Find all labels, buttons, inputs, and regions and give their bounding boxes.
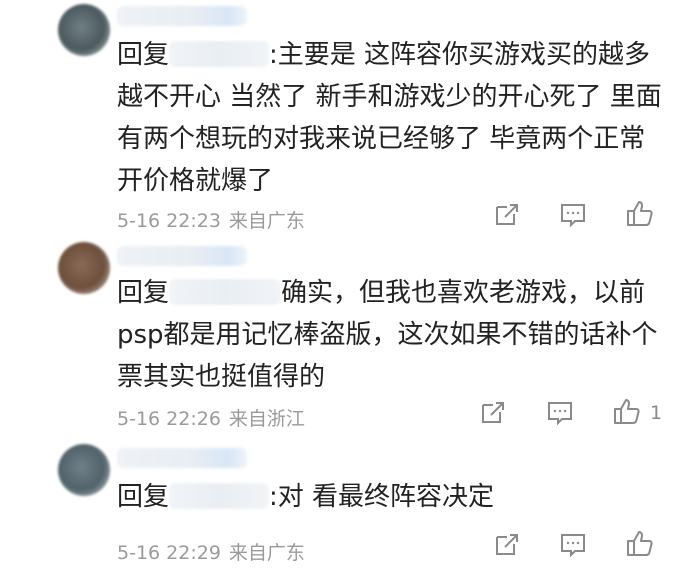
comment-icon <box>561 534 585 558</box>
comment-location: 来自广东 <box>228 542 305 564</box>
username-blurred[interactable] <box>117 246 247 266</box>
comment-item: 回复 确实，但我也喜欢老游戏，以前psp都是用记忆棒盗版，这次如果不错的话补个票其… <box>0 238 673 438</box>
comment-body: :对 看最终阵容决定 <box>269 482 495 512</box>
like-button[interactable] <box>625 528 657 560</box>
comment-date: 5-16 22:23 <box>117 210 221 232</box>
comment-item: 回复:主要是 这阵容你买游戏买的越多越不开心 当然了 新手和游戏少的开心死了 里… <box>0 0 673 233</box>
share-icon <box>496 204 518 225</box>
thumbs-up-icon <box>627 201 653 226</box>
comment-location: 来自广东 <box>228 210 305 232</box>
comment-location: 来自浙江 <box>228 408 305 430</box>
share-icon <box>496 534 518 555</box>
share-icon <box>482 402 504 423</box>
reply-target-blurred[interactable] <box>169 279 282 305</box>
username-blurred[interactable] <box>117 448 247 468</box>
comment-text: 回复 :对 看最终阵容决定 <box>117 476 665 518</box>
reply-prefix: 回复 <box>117 278 170 308</box>
like-count: 1 <box>650 402 663 424</box>
share-button[interactable] <box>492 200 524 232</box>
thumbs-up-icon <box>614 399 640 424</box>
comment-button[interactable] <box>545 398 577 430</box>
comment-date: 5-16 22:26 <box>117 408 221 430</box>
reply-prefix: 回复 <box>117 40 170 70</box>
comment-button[interactable] <box>558 530 590 562</box>
reply-prefix: 回复 <box>117 482 170 512</box>
like-button[interactable] <box>612 396 644 428</box>
comment-button[interactable] <box>558 200 590 232</box>
comment-meta: 5-16 22:29 来自广东 <box>117 538 305 565</box>
reply-target-blurred[interactable] <box>169 41 270 67</box>
comment-meta: 5-16 22:26 来自浙江 <box>117 404 305 431</box>
comment-text: 回复 确实，但我也喜欢老游戏，以前psp都是用记忆棒盗版，这次如果不错的话补个票其… <box>117 272 665 398</box>
comment-meta: 5-16 22:23 来自广东 <box>117 206 305 233</box>
avatar[interactable] <box>58 444 110 496</box>
thumbs-up-icon <box>627 531 653 556</box>
username-blurred[interactable] <box>117 6 247 26</box>
like-button[interactable] <box>625 198 657 230</box>
comment-item: 回复 :对 看最终阵容决定 5-16 22:29 来自广东 <box>0 438 673 569</box>
comment-icon <box>561 204 585 228</box>
comment-icon <box>548 402 572 426</box>
comment-date: 5-16 22:29 <box>117 542 221 564</box>
comment-text: 回复:主要是 这阵容你买游戏买的越多越不开心 当然了 新手和游戏少的开心死了 里… <box>117 34 665 202</box>
avatar[interactable] <box>58 242 110 294</box>
avatar[interactable] <box>58 4 110 56</box>
share-button[interactable] <box>478 398 510 430</box>
share-button[interactable] <box>492 530 524 562</box>
reply-target-blurred[interactable] <box>169 483 270 509</box>
